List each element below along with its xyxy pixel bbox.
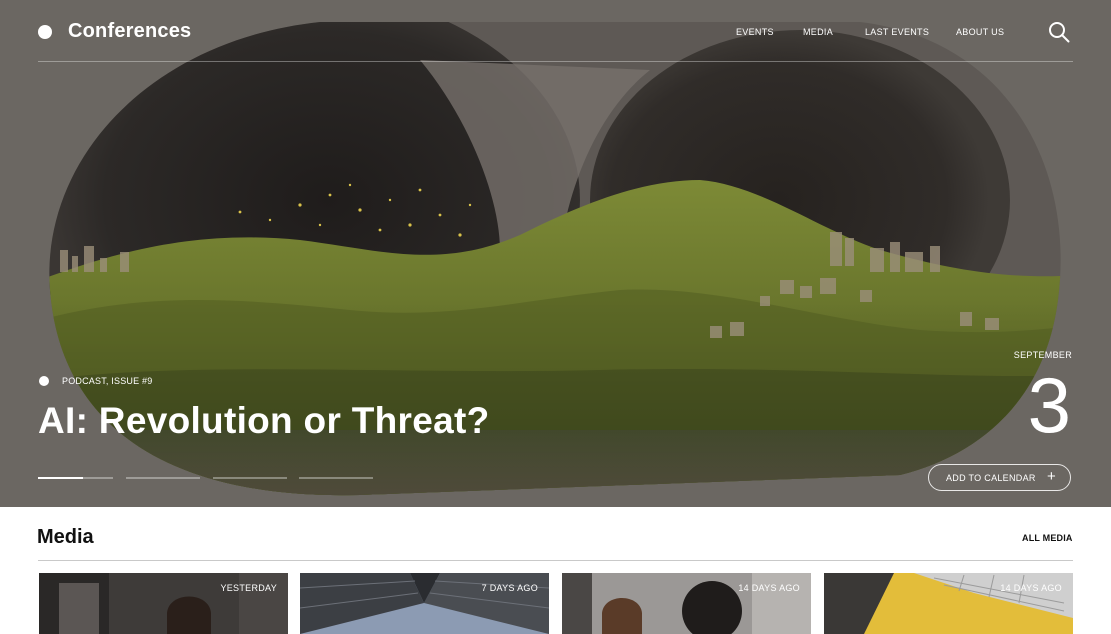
add-to-calendar-label: ADD TO CALENDAR: [946, 473, 1036, 483]
slide-indicator-4[interactable]: [299, 477, 373, 479]
nav-item-about-us[interactable]: ABOUT US: [956, 27, 1004, 37]
event-day: 3: [1027, 361, 1071, 449]
all-media-link[interactable]: ALL MEDIA: [1022, 533, 1073, 543]
media-card-time: 14 DAYS AGO: [738, 583, 800, 593]
media-card[interactable]: 14 DAYS AGO: [562, 573, 811, 634]
hero-banner[interactable]: Conferences EVENTS MEDIA LAST EVENTS ABO…: [0, 0, 1111, 507]
slide-indicator-1[interactable]: [38, 477, 113, 479]
add-to-calendar-button[interactable]: ADD TO CALENDAR +: [928, 464, 1071, 491]
media-section-title: Media: [37, 526, 94, 548]
media-card[interactable]: 7 DAYS AGO: [300, 573, 549, 634]
plus-icon: +: [1046, 468, 1056, 485]
slide-indicator-3[interactable]: [213, 477, 287, 479]
media-card-time: 14 DAYS AGO: [1000, 583, 1062, 593]
media-card-time: 7 DAYS AGO: [481, 583, 538, 593]
nav-item-events[interactable]: EVENTS: [736, 27, 774, 37]
event-month: SEPTEMBER: [1013, 350, 1072, 360]
slide-indicator-2[interactable]: [126, 477, 200, 479]
search-icon[interactable]: [1048, 21, 1070, 43]
hero-headline[interactable]: AI: Revolution or Threat?: [38, 400, 490, 442]
nav-item-media[interactable]: MEDIA: [803, 27, 833, 37]
tag-dot-icon: [39, 376, 49, 386]
media-card-time: YESTERDAY: [220, 583, 277, 593]
episode-tag: PODCAST, ISSUE #9: [62, 376, 153, 386]
nav-item-last-events[interactable]: LAST EVENTS: [865, 27, 929, 37]
slide-progress-fill: [38, 477, 83, 479]
media-card[interactable]: YESTERDAY: [39, 573, 288, 634]
brand-name[interactable]: Conferences: [68, 20, 191, 43]
dot-logo-icon: [38, 25, 52, 39]
top-navigation: Conferences EVENTS MEDIA LAST EVENTS ABO…: [38, 0, 1073, 62]
section-divider: [38, 560, 1073, 561]
media-card[interactable]: 14 DAYS AGO: [824, 573, 1073, 634]
